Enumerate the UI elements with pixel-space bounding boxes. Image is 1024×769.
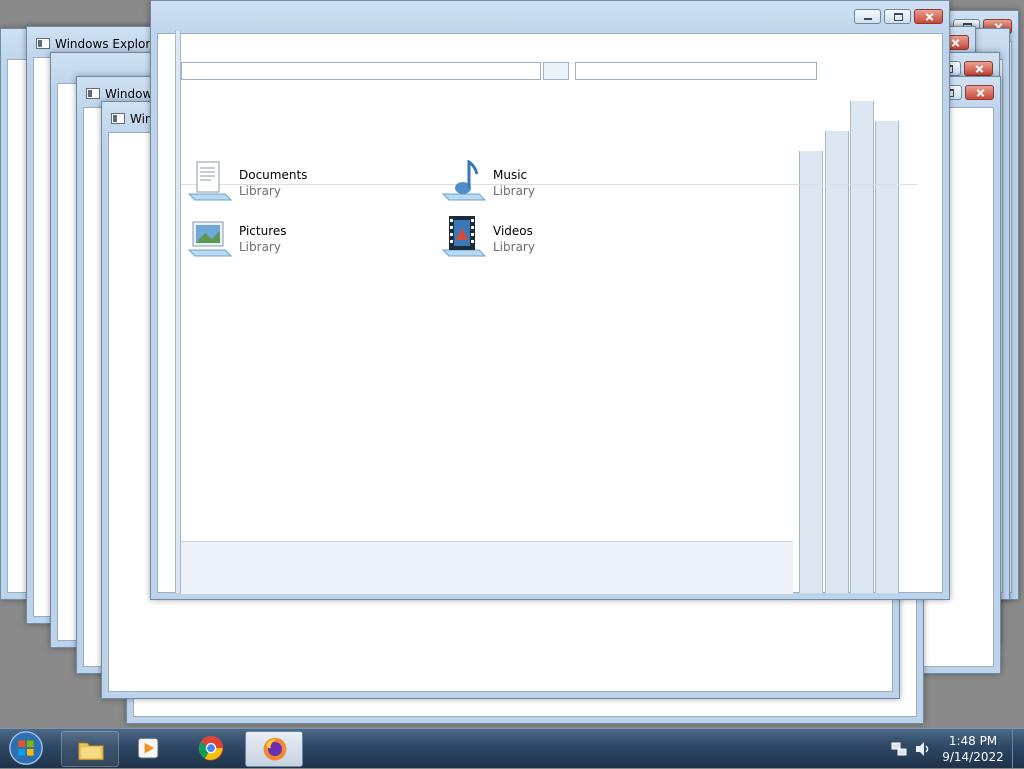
list-item[interactable]: Documents Library [185,160,385,208]
documents-library-icon [187,161,233,201]
library-type: Library [493,184,535,198]
taskbar-firefox-button[interactable] [245,731,303,767]
maximize-button[interactable] [884,9,911,24]
window-frame-edge [175,31,181,593]
speaker-icon[interactable] [914,740,932,758]
library-type: Library [239,240,281,254]
window-frame-edge [799,151,823,593]
minimize-button[interactable] [854,9,881,24]
chrome-icon [198,735,224,761]
taskbar: 1:48 PM 9/14/2022 [0,728,1024,769]
library-name: Pictures [239,224,287,238]
taskbar-explorer-button[interactable] [61,731,119,767]
address-bar[interactable] [181,62,541,80]
close-button[interactable] [964,61,993,76]
details-pane [181,541,793,594]
refresh-button[interactable] [543,62,569,80]
list-item[interactable]: Music Library [439,160,639,208]
explorer-window-icon [86,88,100,99]
taskbar-media-player-button[interactable] [120,731,178,767]
caption-buttons [854,9,943,27]
explorer-window-icon [36,38,50,49]
videos-library-icon [441,216,487,257]
close-button[interactable] [914,9,943,24]
window-frame-edge [875,121,899,593]
show-desktop-button[interactable] [1012,729,1024,769]
taskbar-chrome-button[interactable] [182,731,240,767]
clock-time[interactable]: 1:48 PM [938,734,1008,748]
close-button[interactable] [965,85,994,100]
pictures-library-icon [187,221,233,257]
explorer-window-icon [111,113,125,124]
library-name: Videos [493,224,533,238]
window-title: Windows Explorer [55,37,163,51]
window-frame-edge [825,131,849,593]
library-name: Documents [239,168,308,182]
explorer-window-libraries [150,0,950,600]
windows-explorer-icon [78,742,104,761]
library-type: Library [493,240,535,254]
network-icon[interactable] [890,740,908,758]
list-item[interactable]: Videos Library [439,216,639,264]
firefox-icon [263,737,287,761]
search-input[interactable] [575,62,817,80]
start-orb-icon[interactable] [6,730,46,768]
music-library-icon [441,160,487,201]
clock-date[interactable]: 9/14/2022 [938,750,1008,764]
media-player-icon [138,738,159,759]
list-item[interactable]: Pictures Library [185,216,385,264]
library-name: Music [493,168,528,182]
library-type: Library [239,184,281,198]
